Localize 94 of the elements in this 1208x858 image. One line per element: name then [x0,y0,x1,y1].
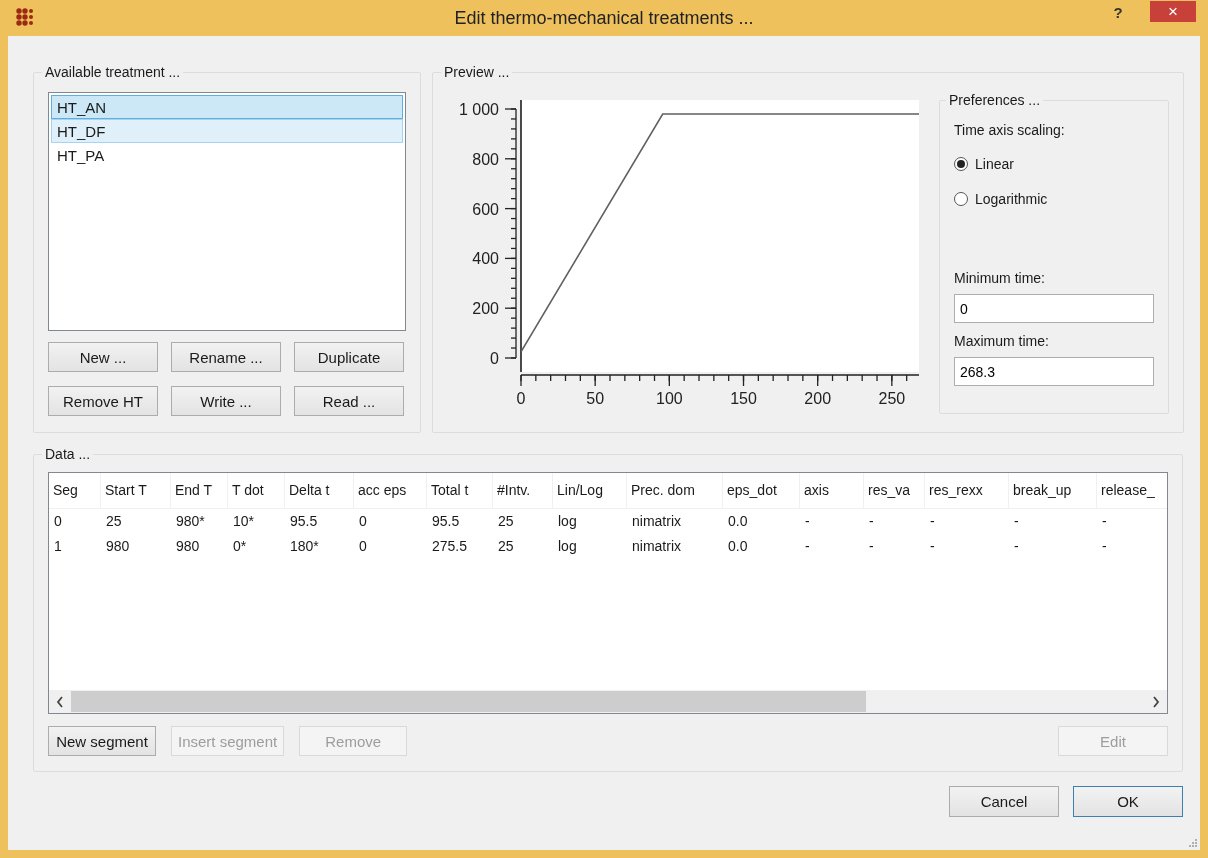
column-header[interactable]: Seg [49,473,101,508]
table-cell-text: log [557,537,578,556]
table-cell-text: nimatrix [631,512,682,531]
table-cell-text: - [1101,537,1108,556]
table-cell-text: 0.0 [727,512,749,531]
radio-label: Linear [975,155,1014,172]
table-cell-text: - [1101,512,1108,531]
tick-label: 50 [586,390,605,407]
table-cell-text: 0* [232,537,248,556]
table-cell-text: 980 [105,537,131,556]
close-button[interactable]: × [1150,0,1196,22]
group-title: Preferences ... [948,92,1042,108]
table-cell-text: - [1013,537,1020,556]
column-header[interactable]: Start T [101,473,171,508]
list-item[interactable]: HT_PA [51,143,403,167]
tick-label: 150 [730,390,757,407]
table-cell-text: 180* [289,537,320,556]
treatment-button[interactable]: Duplicate [294,342,404,372]
table-cell-text: - [868,537,875,556]
field-label: Maximum time: [954,333,1050,349]
tick-label: 800 [472,150,499,168]
tick-label: 100 [656,390,683,407]
group-title: Preview ... [443,64,511,80]
column-header[interactable]: release_ [1097,473,1167,508]
tick-label: 1 000 [458,101,499,118]
table-cell-text: - [929,537,936,556]
horizontal-scrollbar[interactable] [49,690,1167,713]
dialog-button[interactable]: Cancel [949,786,1059,817]
table-cell-text: - [1013,512,1020,531]
radio-button[interactable] [954,191,968,206]
group-title: Available treatment ... [44,64,182,80]
input-field[interactable]: 0 [954,294,1154,323]
table-cell-text: 0 [358,537,368,556]
column-header[interactable]: res_va [864,473,925,508]
tick-label: 200 [472,300,499,318]
table-cell-text: 25 [105,512,123,531]
column-header[interactable]: End T [171,473,228,508]
column-header[interactable]: T dot [228,473,285,508]
column-header[interactable]: eps_dot [723,473,800,508]
resize-grip-icon[interactable] [1188,838,1198,848]
treatment-button[interactable]: Rename ... [171,342,281,372]
table-cell-text: - [929,512,936,531]
field-label: Time axis scaling: [954,122,1066,138]
table-cell-text: 95.5 [431,512,461,531]
tick-label: 200 [804,390,832,407]
radio-label: Logarithmic [975,190,1048,207]
column-header[interactable]: res_rexx [925,473,1009,508]
table-cell-text: 980 [175,537,201,556]
table-cell-text: 25 [497,537,515,556]
field-label: Minimum time: [954,270,1046,286]
column-header[interactable]: Total t [427,473,493,508]
table-cell-text: 275.5 [431,537,469,556]
table-cell-text: 95.5 [289,512,319,531]
table-cell-text: nimatrix [631,537,682,556]
radio-button[interactable] [954,156,968,171]
table-cell-text: 0 [53,512,63,531]
table-cell-text: log [557,512,578,531]
tick-label: 0 [516,390,526,407]
tick-label: 600 [472,200,499,218]
column-header[interactable]: Lin/Log [553,473,627,508]
scroll-right-icon[interactable] [1152,695,1160,708]
tick-label: 400 [472,250,499,268]
dialog-button[interactable]: OK [1073,786,1183,817]
app-logo-icon [16,8,36,28]
table-cell-text: - [868,512,875,531]
list-item[interactable]: HT_AN [51,95,403,119]
treatment-button[interactable]: Read ... [294,386,404,416]
column-header[interactable]: Delta t [285,473,354,508]
table-cell-text: 25 [497,512,515,531]
treatment-button[interactable]: Remove HT [48,386,158,416]
window-title: Edit thermo-mechanical treatments ... [454,7,754,29]
table-cell-text: 0.0 [727,537,749,556]
table-cell-text: 10* [232,512,256,531]
column-header[interactable]: break_up [1009,473,1097,508]
tick-label: 250 [878,390,906,407]
scroll-left-icon[interactable] [56,695,64,708]
column-header[interactable]: Prec. dom [627,473,723,508]
column-header[interactable]: axis [800,473,864,508]
column-header[interactable]: acc eps [354,473,427,508]
tick-label: 0 [490,350,499,367]
treatment-button[interactable]: New ... [48,342,158,372]
column-header[interactable]: #Intv. [493,473,553,508]
table-cell-text: 0 [358,512,368,531]
treatment-button[interactable]: Write ... [171,386,281,416]
segment-button[interactable]: New segment [48,726,156,756]
table-cell-text: - [804,537,811,556]
scroll-thumb[interactable] [71,691,866,712]
help-button[interactable]: ? [1102,0,1134,24]
input-field[interactable]: 268.3 [954,357,1154,386]
list-item[interactable]: HT_DF [51,119,403,143]
table-cell-text: 980* [175,512,206,531]
table-cell-text: 1 [53,537,63,556]
group-title: Data ... [44,446,92,462]
table-cell-text: - [804,512,811,531]
